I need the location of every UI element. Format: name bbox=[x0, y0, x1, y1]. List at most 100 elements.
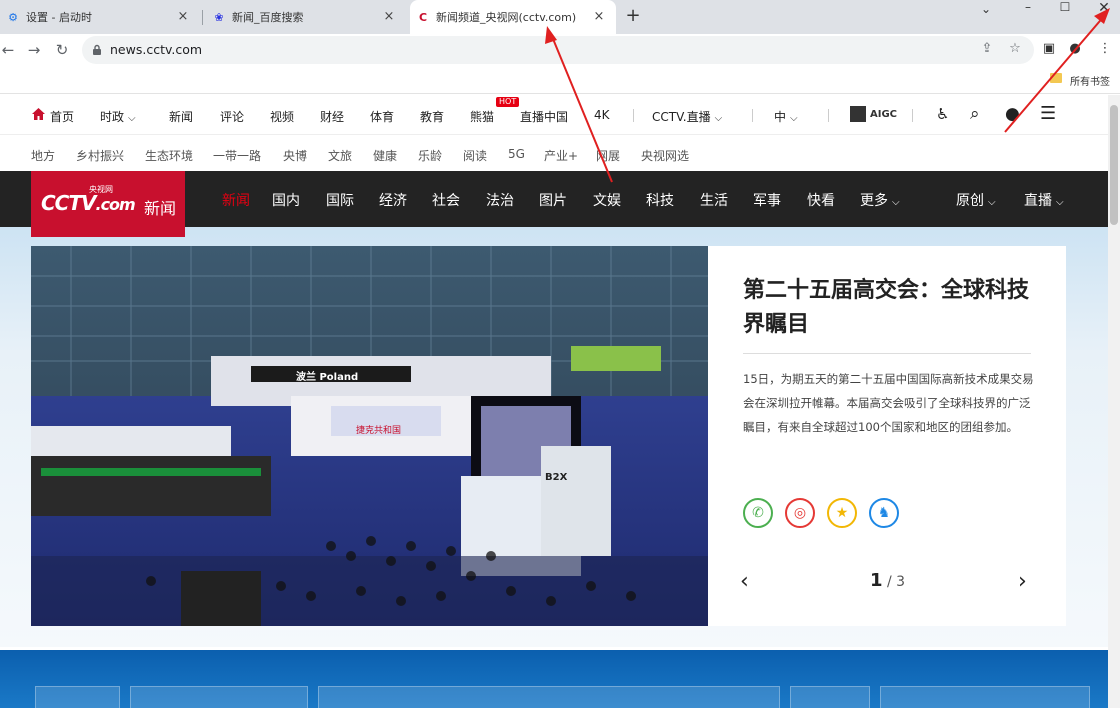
feature-panel[interactable] bbox=[130, 686, 308, 708]
subnav-item[interactable]: 乐龄 bbox=[418, 147, 442, 164]
url-text: news.cctv.com bbox=[110, 42, 203, 57]
aigc-logo[interactable]: AIGC bbox=[850, 106, 897, 122]
close-icon[interactable]: × bbox=[176, 10, 190, 24]
tab-cctv-news[interactable]: C 新闻频道_央视网(cctv.com) × bbox=[410, 0, 616, 34]
close-icon[interactable]: × bbox=[592, 10, 606, 24]
menu-kebab-icon[interactable]: ⋮ bbox=[1096, 41, 1114, 59]
mainnav-original[interactable]: 原创 ⌵ bbox=[956, 190, 996, 210]
tab-title: 新闻频道_央视网(cctv.com) bbox=[436, 11, 577, 24]
subnav-item[interactable]: 产业+ bbox=[544, 147, 578, 164]
subnav-item[interactable]: 央博 bbox=[283, 147, 307, 164]
nav-video[interactable]: 视频 bbox=[270, 108, 294, 125]
accessibility-icon[interactable]: ♿ bbox=[936, 105, 949, 123]
user-icon[interactable]: ● bbox=[1005, 104, 1020, 124]
subnav-item[interactable]: 一带一路 bbox=[213, 147, 261, 164]
mainnav-photos[interactable]: 图片 bbox=[539, 190, 567, 210]
mainnav-society[interactable]: 社会 bbox=[432, 190, 460, 210]
feature-panel[interactable] bbox=[790, 686, 870, 708]
address-bar[interactable]: news.cctv.com ⇪ ☆ bbox=[82, 36, 1034, 64]
logo-cctv-text: CCTV.com bbox=[41, 191, 136, 215]
hamburger-menu-icon[interactable]: ☰ bbox=[1040, 103, 1056, 124]
baidu-paw-icon: ❀ bbox=[214, 10, 224, 24]
bookmark-star-icon[interactable]: ☆ bbox=[1006, 41, 1024, 59]
logo-section-text: 新闻 bbox=[144, 199, 177, 218]
nav-4k[interactable]: 4K bbox=[594, 108, 610, 122]
mainnav-international[interactable]: 国际 bbox=[326, 190, 354, 210]
chevron-down-icon: ⌵ bbox=[1056, 197, 1064, 208]
gear-icon: ⚙ bbox=[8, 10, 18, 24]
tab-baidu[interactable]: ❀ 新闻_百度搜索 × bbox=[206, 0, 406, 34]
scrollbar-thumb[interactable] bbox=[1110, 105, 1118, 225]
close-icon[interactable]: × bbox=[382, 10, 396, 24]
mainnav-economy[interactable]: 经济 bbox=[379, 190, 407, 210]
forward-arrow-icon[interactable]: → bbox=[24, 40, 44, 60]
feature-panel[interactable] bbox=[318, 686, 780, 708]
nav-comment[interactable]: 评论 bbox=[220, 108, 244, 125]
divider bbox=[633, 109, 634, 122]
slide-pager: 1 / 3 bbox=[870, 570, 906, 591]
profile-icon[interactable]: ● bbox=[1066, 41, 1084, 59]
subnav-item[interactable]: 网展 bbox=[596, 147, 620, 164]
mainnav-news[interactable]: 新闻 bbox=[222, 190, 250, 210]
mainnav-entertainment[interactable]: 文娱 bbox=[593, 190, 621, 210]
qq-icon[interactable]: ♞ bbox=[869, 498, 899, 528]
home-icon bbox=[32, 108, 45, 120]
subnav-item[interactable]: 乡村振兴 bbox=[76, 147, 124, 164]
nav-live-china[interactable]: 直播中国 bbox=[520, 108, 568, 125]
feature-panel[interactable] bbox=[35, 686, 120, 708]
nav-panda[interactable]: 熊猫 bbox=[470, 108, 494, 125]
subnav-item[interactable]: 央视网选 bbox=[641, 147, 689, 164]
share-icon[interactable]: ⇪ bbox=[978, 41, 996, 59]
window-close-button[interactable]: ✕ bbox=[1094, 0, 1114, 16]
star-icon[interactable]: ★ bbox=[827, 498, 857, 528]
nav-finance[interactable]: 财经 bbox=[320, 108, 344, 125]
nav-news[interactable]: 新闻 bbox=[169, 108, 193, 125]
subnav-item[interactable]: 地方 bbox=[31, 147, 55, 164]
chevron-down-icon: ⌵ bbox=[128, 113, 136, 124]
mainnav-more[interactable]: 更多 ⌵ bbox=[860, 190, 900, 210]
nav-home[interactable]: 首页 bbox=[50, 108, 74, 125]
nav-education[interactable]: 教育 bbox=[420, 108, 444, 125]
feature-panel[interactable] bbox=[880, 686, 1090, 708]
tab-settings[interactable]: ⚙ 设置 - 启动时 × bbox=[0, 0, 200, 34]
search-icon[interactable]: ⌕ bbox=[970, 104, 980, 124]
subnav-item[interactable]: 生态环境 bbox=[145, 147, 193, 164]
back-arrow-icon[interactable]: ← bbox=[0, 40, 18, 60]
wechat-icon[interactable]: ✆ bbox=[743, 498, 773, 528]
hero-photo[interactable]: 波兰 Poland 捷克共和国 B2X bbox=[31, 246, 708, 626]
browser-toolbar: ← → ↻ news.cctv.com ⇪ ☆ ▣ ● ⋮ bbox=[0, 34, 1120, 66]
subnav-item[interactable]: 阅读 bbox=[463, 147, 487, 164]
mainnav-live[interactable]: 直播 ⌵ bbox=[1024, 190, 1064, 210]
mainnav-military[interactable]: 军事 bbox=[753, 190, 781, 210]
all-bookmarks-button[interactable]: 所有书签 bbox=[1070, 73, 1110, 88]
hero-title[interactable]: 第二十五届高交会：全球科技界瞩目 bbox=[743, 274, 1043, 342]
maximize-button[interactable]: ☐ bbox=[1055, 0, 1075, 14]
nav-sports[interactable]: 体育 bbox=[370, 108, 394, 125]
nav-cctv-live[interactable]: CCTV.直播 ⌵ bbox=[652, 108, 722, 125]
subnav-item[interactable]: 健康 bbox=[373, 147, 397, 164]
side-panel-icon[interactable]: ▣ bbox=[1040, 41, 1058, 59]
lock-icon bbox=[93, 44, 101, 55]
mainnav-law[interactable]: 法治 bbox=[486, 190, 514, 210]
web-page: 首页 时政 ⌵ 新闻 评论 视频 财经 体育 教育 熊猫 HOT 直播中国 4K … bbox=[0, 95, 1108, 708]
language-switch[interactable]: 中 ⌵ bbox=[774, 108, 798, 125]
tab-search-chevron-icon[interactable]: ⌄ bbox=[976, 2, 996, 16]
mainnav-quicklook[interactable]: 快看 bbox=[807, 190, 835, 210]
mainnav-life[interactable]: 生活 bbox=[700, 190, 728, 210]
reload-icon[interactable]: ↻ bbox=[52, 40, 72, 60]
mainnav-tech[interactable]: 科技 bbox=[646, 190, 674, 210]
minimize-button[interactable]: – bbox=[1018, 0, 1038, 14]
tab-separator bbox=[202, 10, 203, 25]
new-tab-button[interactable]: + bbox=[622, 6, 644, 28]
subnav-item[interactable]: 5G bbox=[508, 147, 525, 161]
subnav-item[interactable]: 文旅 bbox=[328, 147, 352, 164]
prev-arrow-icon[interactable]: ‹ bbox=[740, 569, 749, 594]
divider bbox=[752, 109, 753, 122]
mainnav-domestic[interactable]: 国内 bbox=[272, 190, 300, 210]
page-scrollbar[interactable] bbox=[1108, 95, 1120, 708]
weibo-icon[interactable]: ◎ bbox=[785, 498, 815, 528]
nav-politics[interactable]: 时政 ⌵ bbox=[100, 108, 136, 125]
cctv-news-logo[interactable]: 央视网 CCTV.com 新闻 bbox=[31, 171, 185, 237]
bookmarks-bar: 所有书签 bbox=[0, 66, 1120, 94]
next-arrow-icon[interactable]: › bbox=[1018, 569, 1027, 594]
